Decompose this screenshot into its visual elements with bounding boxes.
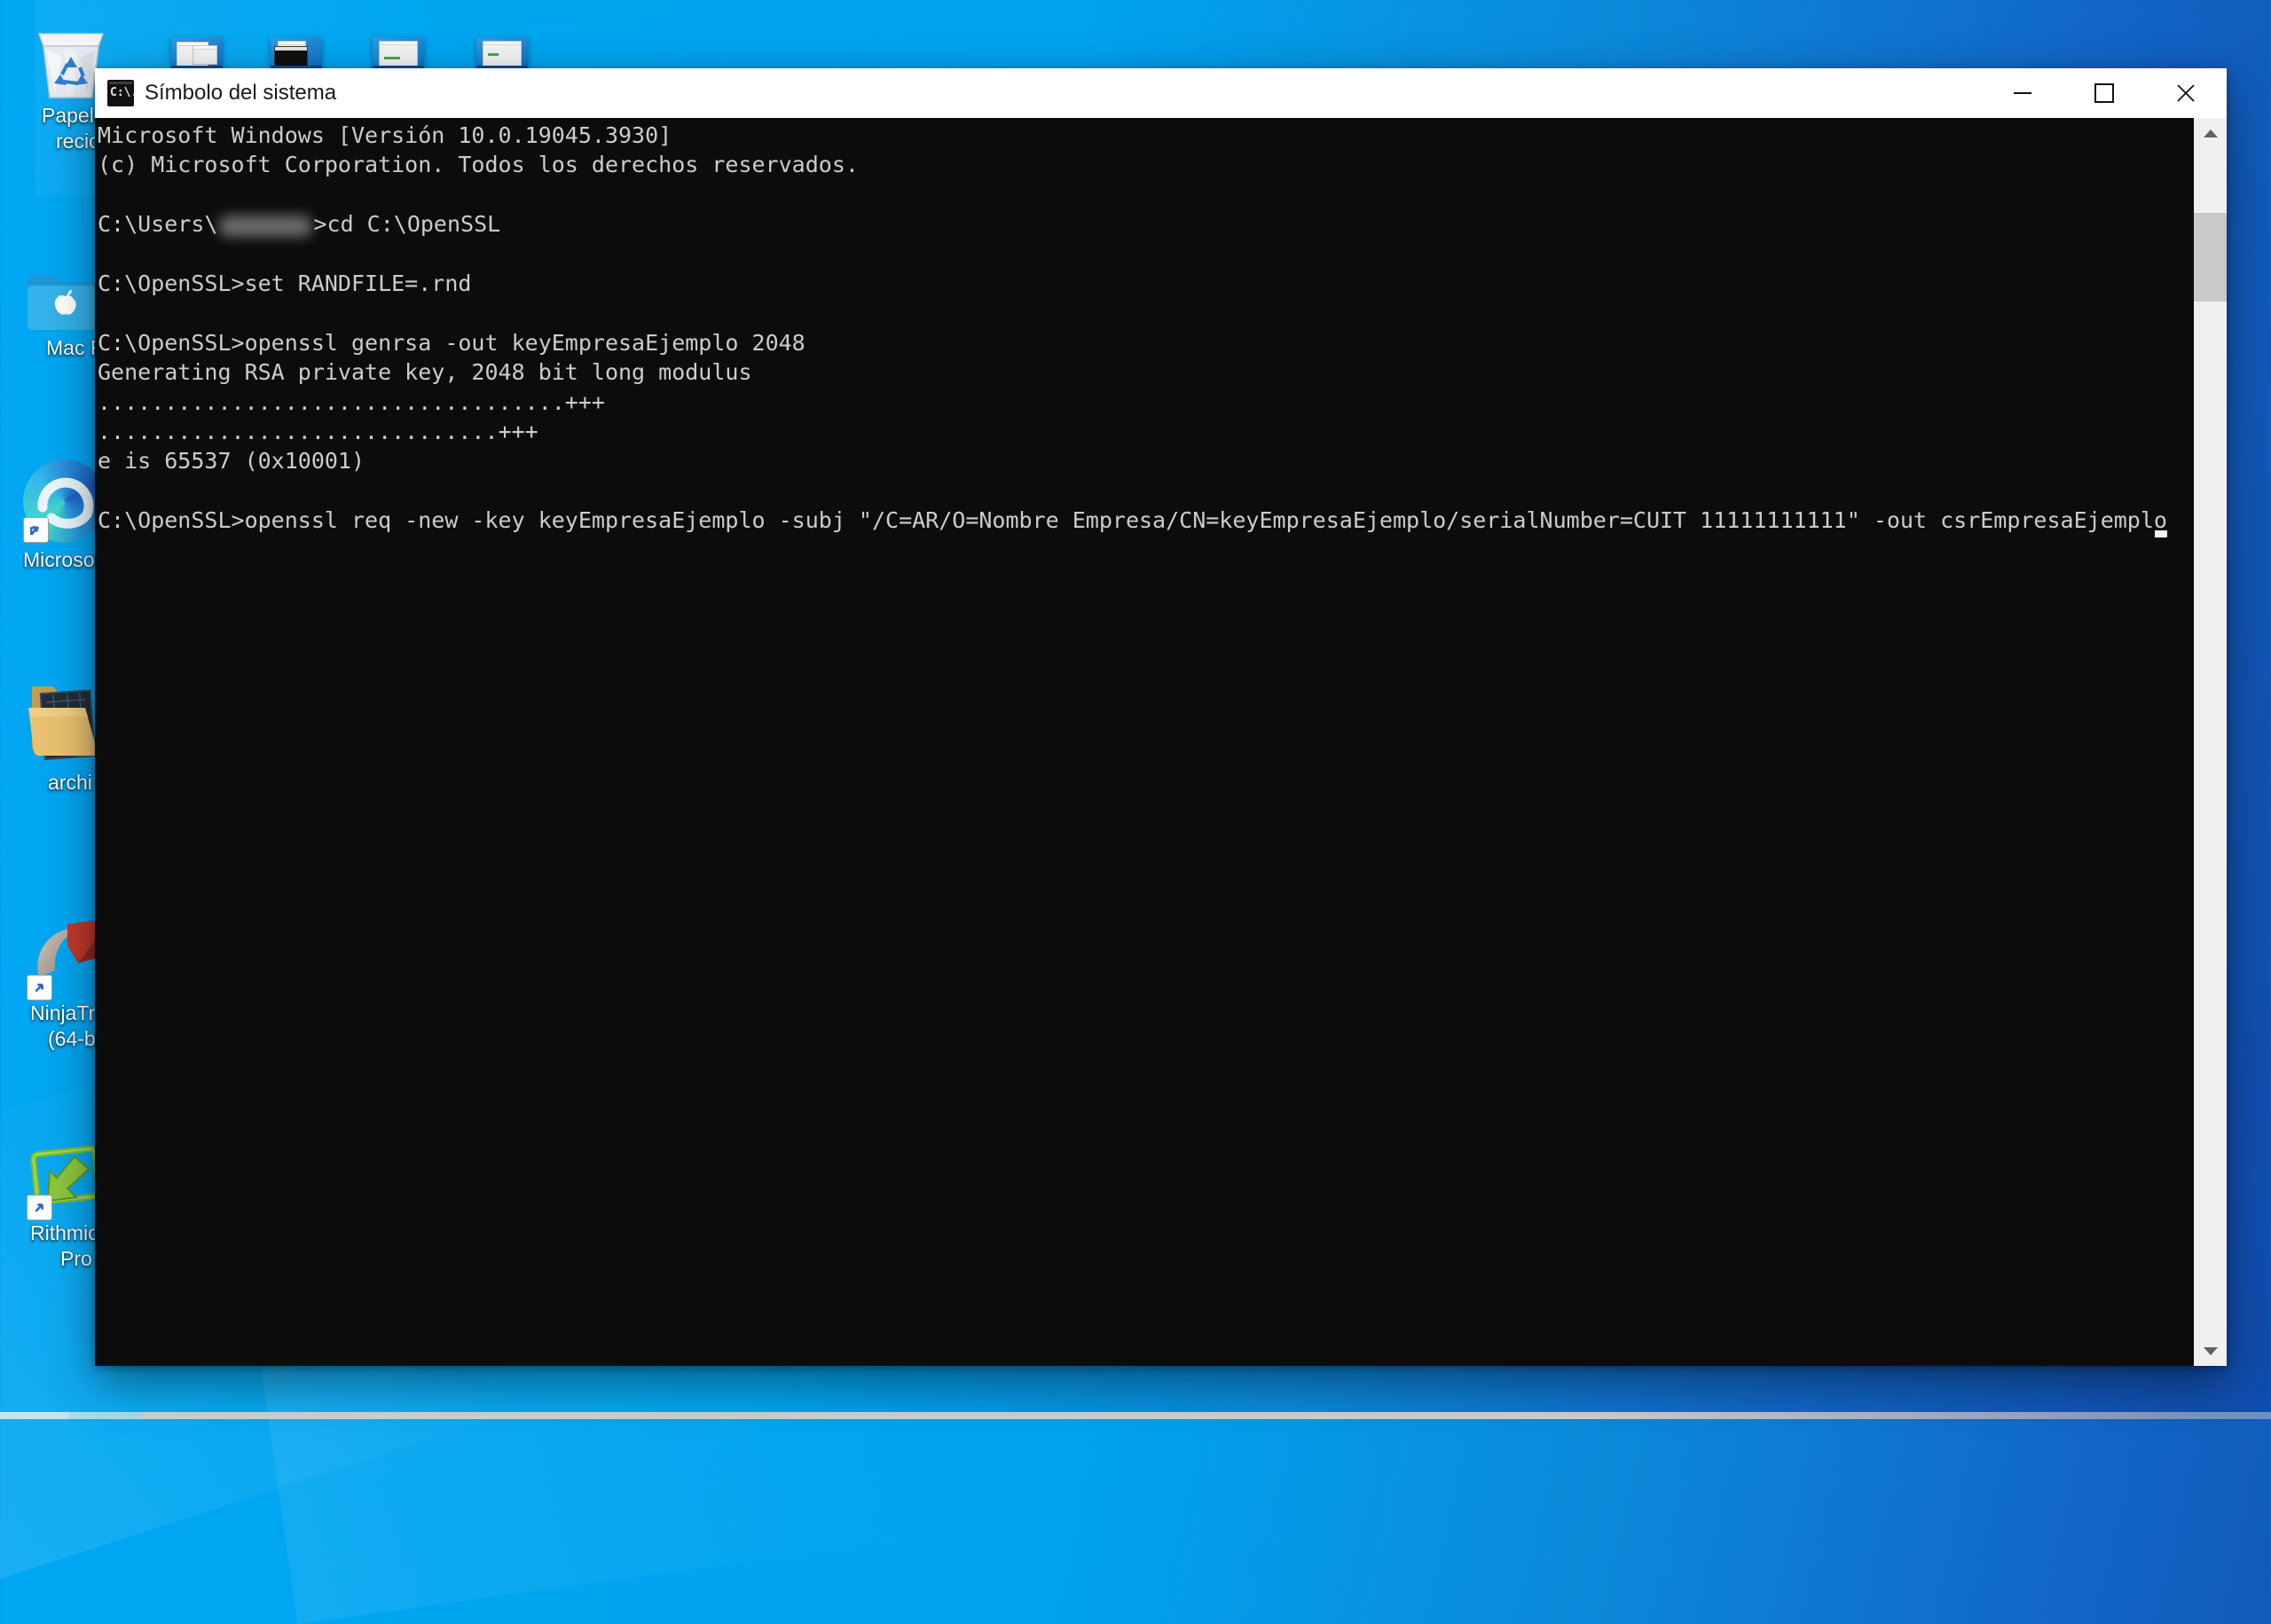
- icon-label: archi: [48, 770, 92, 796]
- icon-label: Rithmic: [30, 1220, 98, 1246]
- taskbar-edge[interactable]: [0, 1412, 2271, 1419]
- mini-window-console[interactable]: [271, 37, 322, 69]
- console-line: C:\OpenSSL>openssl genrsa -out keyEmpres…: [98, 328, 2194, 357]
- shortcut-arrow-icon: [27, 975, 52, 1000]
- mini-window-explorer-3[interactable]: [476, 37, 528, 69]
- console-line: C:\OpenSSL>openssl req -new -key keyEmpr…: [98, 506, 2194, 535]
- scroll-up-icon: [2204, 129, 2218, 137]
- maximize-icon: [2094, 83, 2114, 103]
- mini-window-explorer-1[interactable]: [171, 37, 223, 69]
- console-line: (c) Microsoft Corporation. Todos los der…: [98, 150, 2194, 179]
- minimize-icon: [2014, 92, 2031, 94]
- scrollbar[interactable]: [2194, 118, 2227, 1366]
- shortcut-arrow-icon: [23, 517, 49, 543]
- console-line: C:\Users\>cd C:\OpenSSL: [98, 209, 2194, 239]
- console-line: [98, 239, 2194, 269]
- close-icon: [2176, 83, 2196, 103]
- titlebar[interactable]: C:\. Símbolo del sistema: [95, 68, 2227, 118]
- console-line: Microsoft Windows [Versión 10.0.19045.39…: [98, 121, 2194, 150]
- window-title: Símbolo del sistema: [145, 81, 336, 106]
- console-line: Generating RSA private key, 2048 bit lon…: [98, 357, 2194, 387]
- shortcut-arrow-icon: [27, 1195, 52, 1220]
- mini-window-explorer-2[interactable]: [373, 37, 424, 69]
- icon-label: (64-b: [48, 1026, 96, 1052]
- console-line: C:\OpenSSL>set RANDFILE=.rnd: [98, 269, 2194, 298]
- redacted-username: [219, 216, 311, 237]
- console-line: ..............................+++: [98, 417, 2194, 446]
- scroll-down-icon: [2204, 1347, 2218, 1355]
- console-line: ...................................+++: [98, 388, 2194, 417]
- icon-label: Microsof: [23, 547, 100, 573]
- console-output[interactable]: Microsoft Windows [Versión 10.0.19045.39…: [95, 118, 2194, 1366]
- maximize-button[interactable]: [2063, 68, 2145, 118]
- icon-label: recic: [56, 129, 99, 154]
- console-line: e is 65537 (0x10001): [98, 446, 2194, 475]
- console-line: [98, 476, 2194, 506]
- scroll-down-button[interactable]: [2194, 1336, 2227, 1366]
- console-line: [98, 298, 2194, 327]
- minimize-button[interactable]: [1982, 68, 2063, 118]
- text-cursor: [2154, 514, 2167, 536]
- console-line: [98, 180, 2194, 209]
- cmd-icon: C:\.: [107, 80, 134, 106]
- scrollbar-thumb[interactable]: [2194, 213, 2227, 302]
- scroll-up-button[interactable]: [2194, 118, 2227, 148]
- cmd-window: C:\. Símbolo del sistema Microsoft Windo…: [95, 68, 2227, 1366]
- icon-label: Pro: [60, 1246, 92, 1272]
- close-button[interactable]: [2145, 68, 2227, 118]
- taskbar-start-glow: [69, 1412, 142, 1419]
